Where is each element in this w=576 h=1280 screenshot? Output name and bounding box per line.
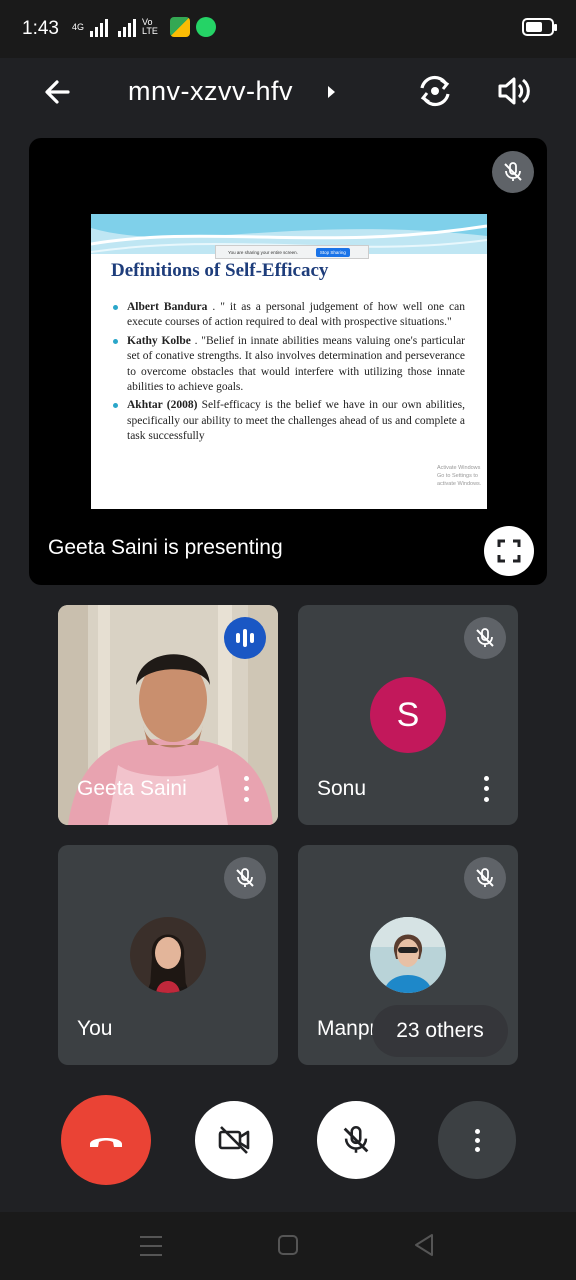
mic-off-icon bbox=[476, 628, 494, 647]
signal-icon-2 bbox=[118, 17, 137, 37]
back-nav-button[interactable] bbox=[412, 1232, 436, 1258]
participant-name: Geeta Saini bbox=[77, 777, 187, 800]
arrow-left-icon bbox=[45, 80, 70, 104]
avatar: S bbox=[370, 677, 446, 753]
slide-bullet: Albert Bandura . " it as a personal judg… bbox=[113, 300, 465, 331]
muted-badge bbox=[464, 857, 506, 899]
avatar bbox=[370, 917, 446, 993]
presenting-label: Geeta Saini is presenting bbox=[48, 536, 283, 559]
volte-label: Vo LTE bbox=[142, 17, 158, 36]
end-call-icon bbox=[90, 1138, 122, 1147]
mic-off-icon bbox=[343, 1125, 369, 1153]
participant-tile-sonu[interactable]: S Sonu bbox=[298, 605, 518, 825]
camera-toggle-button[interactable] bbox=[195, 1101, 273, 1179]
video-off-icon bbox=[218, 1126, 250, 1154]
battery-icon bbox=[522, 18, 557, 36]
meeting-header: mnv-xzvv-hfv bbox=[0, 58, 576, 124]
whatsapp-icon bbox=[196, 17, 217, 37]
caret-right-icon[interactable] bbox=[322, 80, 342, 104]
audio-output-button[interactable] bbox=[492, 70, 534, 112]
share-banner-text: You are sharing your entire screen. bbox=[228, 249, 298, 255]
triangle-back-icon bbox=[415, 1234, 433, 1256]
mic-toggle-button[interactable] bbox=[317, 1101, 395, 1179]
network-type-label: 4G bbox=[72, 21, 85, 32]
muted-badge bbox=[492, 151, 534, 193]
signal-icon bbox=[90, 17, 109, 37]
back-button[interactable] bbox=[38, 72, 78, 112]
stop-sharing-button: Stop Sharing bbox=[315, 247, 350, 257]
fullscreen-button[interactable] bbox=[484, 526, 534, 576]
switch-camera-icon bbox=[420, 75, 450, 107]
participant-options-button[interactable] bbox=[476, 773, 496, 805]
more-vert-icon bbox=[474, 1128, 480, 1152]
mic-off-icon bbox=[476, 868, 494, 887]
recents-button[interactable] bbox=[140, 1236, 162, 1256]
speaker-icon bbox=[498, 77, 530, 105]
activate-windows-watermark: Activate Windows Go to Settings to activ… bbox=[437, 465, 482, 487]
participant-name: You bbox=[77, 1017, 113, 1040]
mic-off-icon bbox=[236, 868, 254, 887]
presentation-tile[interactable]: You are sharing your entire screen. Stop… bbox=[29, 138, 547, 585]
participant-name: Sonu bbox=[317, 777, 367, 800]
muted-badge bbox=[464, 617, 506, 659]
fullscreen-icon bbox=[497, 539, 521, 563]
participant-tile-geeta-saini[interactable]: Geeta Saini bbox=[58, 605, 278, 825]
others-count-chip[interactable]: 23 others bbox=[372, 1005, 508, 1057]
status-bar: 1:43 4G Vo LTE bbox=[0, 0, 576, 58]
status-icons: 4G Vo LTE bbox=[72, 17, 217, 37]
more-options-button[interactable] bbox=[438, 1101, 516, 1179]
muted-badge bbox=[224, 857, 266, 899]
end-call-button[interactable] bbox=[61, 1095, 151, 1185]
slide-bullet: Akhtar (2008) Self-efficacy is the belie… bbox=[113, 398, 465, 444]
participant-options-button[interactable] bbox=[236, 773, 256, 805]
speaking-indicator-icon bbox=[224, 617, 266, 659]
slide-bullet: Kathy Kolbe . "Belief in innate abilitie… bbox=[113, 334, 465, 396]
shared-slide: You are sharing your entire screen. Stop… bbox=[91, 214, 487, 509]
slide-title: Definitions of Self-Efficacy bbox=[111, 260, 329, 281]
avatar bbox=[130, 917, 206, 993]
system-nav-bar bbox=[0, 1212, 576, 1280]
mic-off-icon bbox=[504, 162, 522, 181]
slide-body: Albert Bandura . " it as a personal judg… bbox=[113, 300, 465, 448]
meet-app-icon bbox=[170, 17, 191, 37]
switch-camera-button[interactable] bbox=[414, 70, 456, 112]
status-time: 1:43 bbox=[22, 18, 59, 39]
screen-share-banner: You are sharing your entire screen. Stop… bbox=[215, 245, 369, 259]
meeting-code[interactable]: mnv-xzvv-hfv bbox=[128, 76, 293, 107]
home-button[interactable] bbox=[278, 1235, 298, 1255]
participant-tile-you[interactable]: You bbox=[58, 845, 278, 1065]
